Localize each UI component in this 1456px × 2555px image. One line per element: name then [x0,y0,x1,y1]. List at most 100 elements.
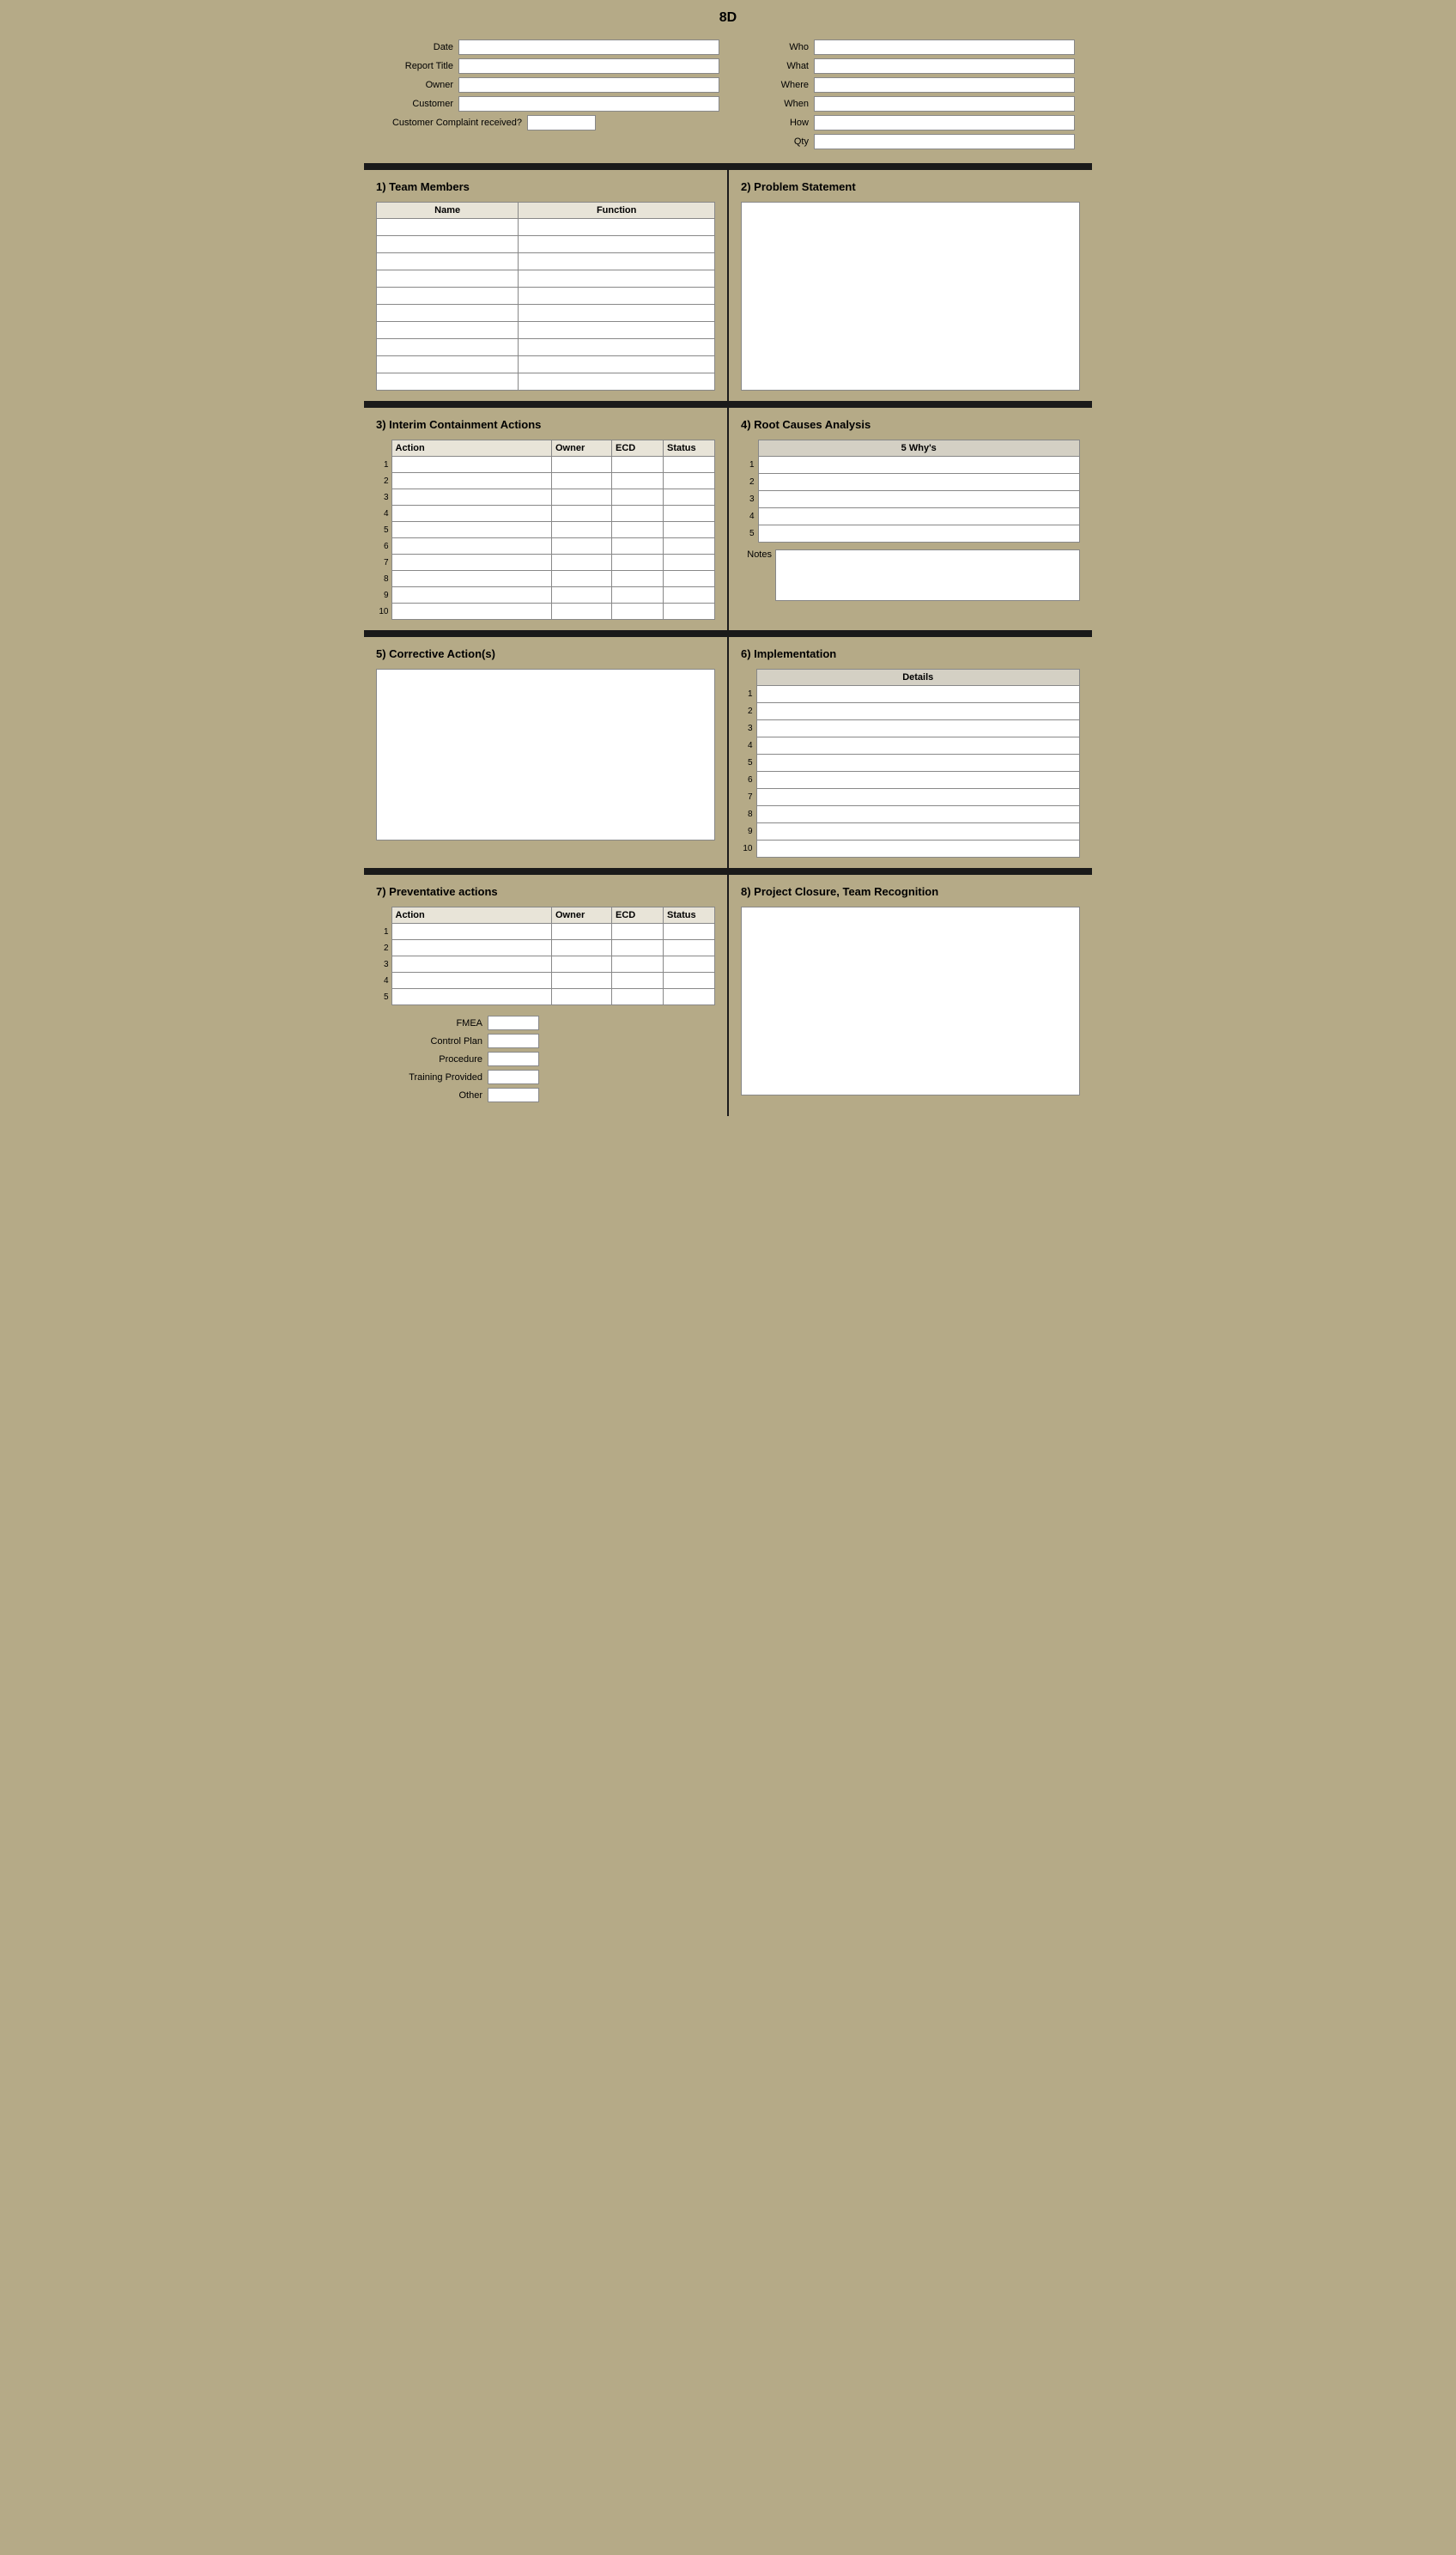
fmea-input[interactable] [488,1016,539,1030]
prev-action-cell[interactable] [391,989,552,1005]
impl-cell[interactable] [756,789,1080,806]
owner-input[interactable] [458,77,719,93]
prev-ecd-cell[interactable] [612,973,664,989]
when-input[interactable] [814,96,1075,112]
prev-status-cell[interactable] [664,956,715,973]
interim-owner-cell[interactable] [552,506,612,522]
project-closure-box[interactable] [741,907,1080,1095]
team-function-cell[interactable] [519,373,715,391]
team-function-cell[interactable] [519,322,715,339]
interim-status-cell[interactable] [664,604,715,620]
interim-status-cell[interactable] [664,538,715,555]
interim-ecd-cell[interactable] [612,489,664,506]
interim-ecd-cell[interactable] [612,538,664,555]
interim-ecd-cell[interactable] [612,473,664,489]
interim-owner-cell[interactable] [552,555,612,571]
notes-box[interactable] [775,549,1080,601]
prev-ecd-cell[interactable] [612,940,664,956]
team-function-cell[interactable] [519,219,715,236]
prev-status-cell[interactable] [664,973,715,989]
team-function-cell[interactable] [519,339,715,356]
interim-status-cell[interactable] [664,555,715,571]
team-name-cell[interactable] [377,322,519,339]
interim-ecd-cell[interactable] [612,571,664,587]
prev-status-cell[interactable] [664,989,715,1005]
complaint-input[interactable] [527,115,596,130]
team-name-cell[interactable] [377,373,519,391]
interim-status-cell[interactable] [664,457,715,473]
impl-cell[interactable] [756,720,1080,737]
interim-owner-cell[interactable] [552,604,612,620]
prev-owner-cell[interactable] [552,973,612,989]
prev-owner-cell[interactable] [552,924,612,940]
why-cell-3[interactable] [758,491,1080,508]
interim-owner-cell[interactable] [552,587,612,604]
who-input[interactable] [814,39,1075,55]
interim-status-cell[interactable] [664,473,715,489]
interim-action-cell[interactable] [391,604,552,620]
what-input[interactable] [814,58,1075,74]
customer-input[interactable] [458,96,719,112]
interim-status-cell[interactable] [664,506,715,522]
interim-status-cell[interactable] [664,489,715,506]
impl-cell[interactable] [756,823,1080,841]
interim-owner-cell[interactable] [552,457,612,473]
interim-owner-cell[interactable] [552,522,612,538]
team-function-cell[interactable] [519,270,715,288]
interim-action-cell[interactable] [391,473,552,489]
why-cell-4[interactable] [758,508,1080,525]
interim-action-cell[interactable] [391,506,552,522]
corrective-actions-box[interactable] [376,669,715,841]
why-cell-5[interactable] [758,525,1080,543]
interim-status-cell[interactable] [664,587,715,604]
interim-ecd-cell[interactable] [612,506,664,522]
how-input[interactable] [814,115,1075,130]
interim-action-cell[interactable] [391,538,552,555]
interim-status-cell[interactable] [664,522,715,538]
interim-owner-cell[interactable] [552,571,612,587]
interim-owner-cell[interactable] [552,538,612,555]
training-input[interactable] [488,1070,539,1084]
team-name-cell[interactable] [377,288,519,305]
where-input[interactable] [814,77,1075,93]
why-cell-1[interactable] [758,457,1080,474]
procedure-input[interactable] [488,1052,539,1066]
interim-owner-cell[interactable] [552,473,612,489]
interim-status-cell[interactable] [664,571,715,587]
why-cell-2[interactable] [758,474,1080,491]
prev-owner-cell[interactable] [552,989,612,1005]
team-function-cell[interactable] [519,356,715,373]
report-title-input[interactable] [458,58,719,74]
other-input[interactable] [488,1088,539,1102]
interim-action-cell[interactable] [391,457,552,473]
team-name-cell[interactable] [377,236,519,253]
interim-ecd-cell[interactable] [612,604,664,620]
impl-cell[interactable] [756,755,1080,772]
interim-action-cell[interactable] [391,522,552,538]
team-name-cell[interactable] [377,356,519,373]
interim-ecd-cell[interactable] [612,587,664,604]
interim-action-cell[interactable] [391,555,552,571]
team-name-cell[interactable] [377,270,519,288]
team-name-cell[interactable] [377,253,519,270]
interim-ecd-cell[interactable] [612,555,664,571]
prev-ecd-cell[interactable] [612,924,664,940]
prev-status-cell[interactable] [664,924,715,940]
interim-action-cell[interactable] [391,571,552,587]
qty-input[interactable] [814,134,1075,149]
team-function-cell[interactable] [519,305,715,322]
impl-cell[interactable] [756,806,1080,823]
impl-cell[interactable] [756,841,1080,858]
date-input[interactable] [458,39,719,55]
interim-ecd-cell[interactable] [612,522,664,538]
prev-status-cell[interactable] [664,940,715,956]
prev-action-cell[interactable] [391,973,552,989]
team-function-cell[interactable] [519,288,715,305]
impl-cell[interactable] [756,772,1080,789]
impl-cell[interactable] [756,686,1080,703]
interim-action-cell[interactable] [391,489,552,506]
problem-statement-box[interactable] [741,202,1080,391]
prev-owner-cell[interactable] [552,956,612,973]
team-name-cell[interactable] [377,339,519,356]
team-name-cell[interactable] [377,219,519,236]
